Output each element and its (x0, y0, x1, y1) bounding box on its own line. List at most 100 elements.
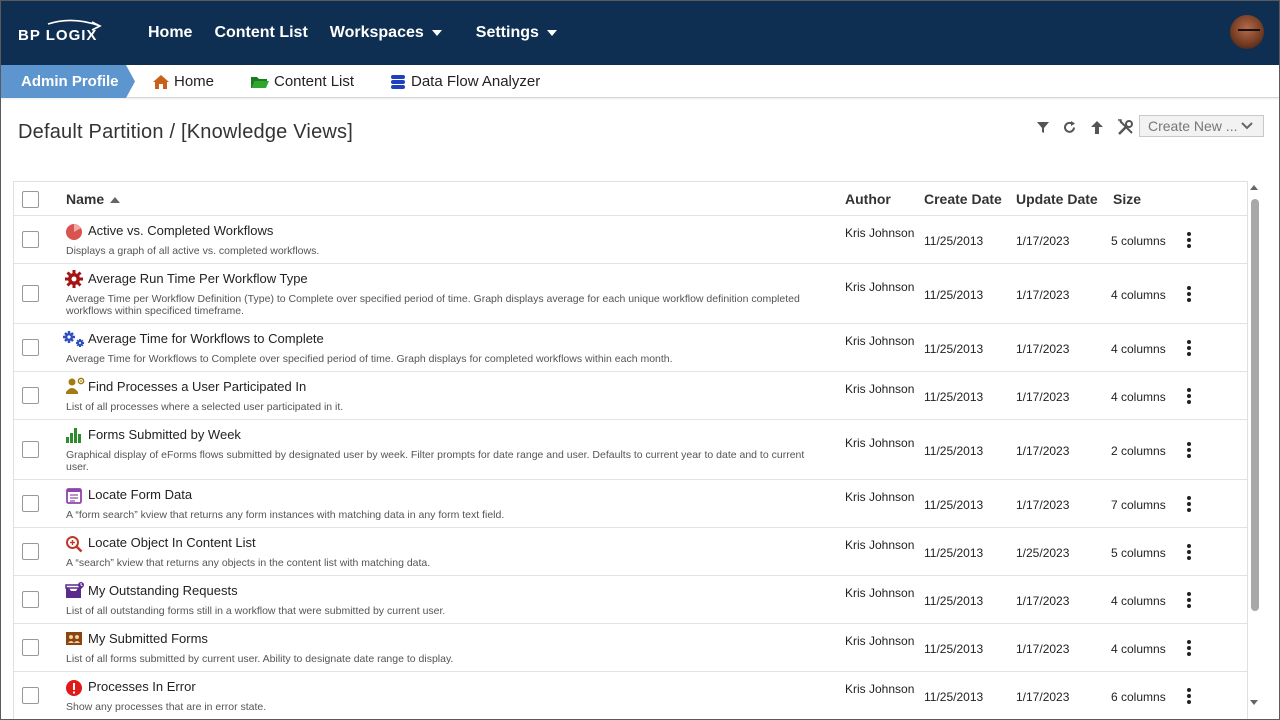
row-title[interactable]: Locate Object In Content List (88, 535, 256, 550)
row-author: Kris Johnson (845, 382, 915, 396)
select-all-checkbox[interactable] (22, 191, 39, 208)
row-size: 4 columns (1111, 342, 1166, 356)
row-description: Show any processes that are in error sta… (66, 701, 267, 713)
scroll-down-arrow-icon[interactable] (1250, 700, 1258, 705)
nav-settings-label: Settings (475, 23, 539, 41)
search-icon (66, 536, 83, 553)
row-title[interactable]: Active vs. Completed Workflows (88, 223, 273, 238)
row-update-date: 1/17/2023 (1016, 342, 1070, 356)
nav-workspaces-dropdown[interactable]: Workspaces (330, 24, 442, 42)
row-actions-button[interactable] (1182, 495, 1196, 513)
row-title[interactable]: Average Time for Workflows to Complete (88, 331, 324, 346)
admin-profile-label: Admin Profile (21, 73, 119, 90)
row-description: Displays a graph of all active vs. compl… (66, 245, 320, 257)
nav-content-list[interactable]: Content List (214, 24, 307, 42)
row-checkbox[interactable] (22, 387, 39, 404)
row-update-date: 1/17/2023 (1016, 444, 1070, 458)
breadcrumb-data-flow-analyzer[interactable]: Data Flow Analyzer (389, 65, 540, 98)
admin-profile-tab[interactable]: Admin Profile (0, 65, 135, 98)
row-checkbox[interactable] (22, 495, 39, 512)
column-header-author[interactable]: Author (845, 191, 891, 207)
tools-button[interactable] (1115, 117, 1135, 137)
row-update-date: 1/17/2023 (1016, 390, 1070, 404)
database-icon (391, 74, 405, 89)
row-actions-button[interactable] (1182, 339, 1196, 357)
bp-logix-logo[interactable]: BP LOGIX (18, 18, 108, 48)
row-size: 6 columns (1111, 690, 1166, 704)
row-actions-button[interactable] (1182, 639, 1196, 657)
row-author: Kris Johnson (845, 586, 915, 600)
breadcrumb-home[interactable]: Home (152, 65, 214, 98)
table-row[interactable]: My Outstanding Requests List of all outs… (14, 576, 1247, 624)
table-row[interactable]: Processes In Error Show any processes th… (14, 672, 1247, 720)
row-checkbox[interactable] (22, 285, 39, 302)
row-create-date: 11/25/2013 (924, 288, 984, 302)
row-size: 5 columns (1111, 234, 1166, 248)
column-size-label: Size (1113, 191, 1142, 207)
table-row[interactable]: Active vs. Completed Workflows Displays … (14, 216, 1247, 264)
row-title[interactable]: My Outstanding Requests (88, 583, 238, 598)
nav-workspaces-label: Workspaces (329, 23, 424, 41)
table-row[interactable]: Find Processes a User Participated In Li… (14, 372, 1247, 420)
row-actions-button[interactable] (1182, 543, 1196, 561)
top-nav-bar: BP LOGIX Home Content List Workspaces Se… (0, 0, 1280, 65)
row-actions-button[interactable] (1182, 387, 1196, 405)
bar-chart-icon (66, 428, 81, 443)
row-create-date: 11/25/2013 (924, 642, 984, 656)
inbox-icon (65, 582, 84, 598)
column-header-update-date[interactable]: Update Date (1016, 191, 1098, 207)
table-row[interactable]: My Submitted Forms List of all forms sub… (14, 624, 1247, 672)
row-title[interactable]: Locate Form Data (88, 487, 192, 502)
upload-button[interactable] (1087, 117, 1107, 137)
table-row[interactable]: Forms Submitted by Week Graphical displa… (14, 420, 1247, 480)
table-row[interactable]: Average Time for Workflows to Complete A… (14, 324, 1247, 372)
breadcrumb-bar: Admin Profile Home Content List Data Flo… (0, 65, 1280, 98)
scrollbar-thumb[interactable] (1251, 199, 1259, 611)
column-header-size[interactable]: Size (1113, 191, 1141, 207)
row-checkbox[interactable] (22, 543, 39, 560)
user-avatar[interactable] (1228, 13, 1266, 51)
nav-content-list-label: Content List (214, 23, 308, 41)
table-row[interactable]: Locate Object In Content List A “search”… (14, 528, 1247, 576)
row-size: 5 columns (1111, 546, 1166, 560)
pie-chart-icon (66, 223, 82, 240)
row-title[interactable]: My Submitted Forms (88, 631, 208, 646)
row-actions-button[interactable] (1182, 591, 1196, 609)
column-author-label: Author (845, 191, 891, 207)
row-description: List of all processes where a selected u… (66, 401, 344, 413)
scroll-up-arrow-icon[interactable] (1250, 185, 1258, 190)
row-checkbox[interactable] (22, 339, 39, 356)
breadcrumb-content-list[interactable]: Content List (250, 65, 354, 98)
row-checkbox[interactable] (22, 639, 39, 656)
row-checkbox[interactable] (22, 687, 39, 704)
row-size: 4 columns (1111, 390, 1166, 404)
avatar-glasses (1238, 29, 1260, 34)
row-actions-button[interactable] (1182, 231, 1196, 249)
upload-icon (1091, 120, 1103, 134)
column-header-name[interactable]: Name (66, 191, 121, 207)
row-title[interactable]: Average Run Time Per Workflow Type (88, 271, 308, 286)
nav-home[interactable]: Home (148, 24, 192, 42)
row-actions-button[interactable] (1182, 285, 1196, 303)
row-actions-button[interactable] (1182, 441, 1196, 459)
row-title[interactable]: Forms Submitted by Week (88, 427, 241, 442)
row-update-date: 1/17/2023 (1016, 690, 1070, 704)
column-header-create-date[interactable]: Create Date (924, 191, 1002, 207)
create-new-dropdown[interactable]: Create New ... (1139, 115, 1264, 137)
row-title[interactable]: Processes In Error (88, 679, 196, 694)
row-checkbox[interactable] (22, 231, 39, 248)
row-description: Average Time for Workflows to Complete o… (66, 353, 673, 365)
nav-settings-dropdown[interactable]: Settings (476, 24, 557, 42)
row-checkbox[interactable] (22, 441, 39, 458)
row-title[interactable]: Find Processes a User Participated In (88, 379, 306, 394)
table-header: Name Author Create Date Update Date Size (14, 182, 1247, 216)
table-row[interactable]: Locate Form Data A “form search” kview t… (14, 480, 1247, 528)
gear-icon (65, 270, 83, 288)
refresh-button[interactable] (1059, 117, 1079, 137)
row-actions-button[interactable] (1182, 687, 1196, 705)
table-row[interactable]: Average Run Time Per Workflow Type Avera… (14, 264, 1247, 324)
row-checkbox[interactable] (22, 591, 39, 608)
breadcrumb-home-label: Home (174, 73, 215, 90)
chevron-down-icon (431, 29, 442, 36)
filter-button[interactable] (1033, 117, 1053, 137)
